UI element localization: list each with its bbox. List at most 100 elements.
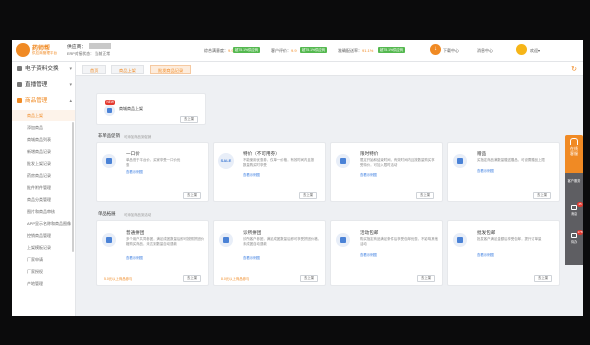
activity-card-wholesale-shipping[interactable]: 批发包邮 批发客户满足金额后享受包邮，提升订单量 查看示例图 去上架: [447, 220, 560, 286]
user-greeting[interactable]: 欢迎▾: [530, 48, 540, 54]
activity-card-title: 批发包邮: [477, 230, 496, 235]
sidebar-item-add-product[interactable]: 添加商品: [12, 122, 75, 133]
activity-card-clinic-group[interactable]: 诊所拼团 诊所客户参团，满足成团数量后即可享受拼团价格，未成团自动退款 查看示例…: [213, 220, 326, 286]
message-count-badge: 45: [577, 202, 583, 207]
sidebar-item-mall-products[interactable]: 商城商品列表: [12, 134, 75, 145]
menu-download-center[interactable]: 下载中心: [443, 48, 459, 54]
activity-card-free-shipping[interactable]: 活动包邮 购买指定商品满足条件后享受包邮优惠，不影响其他活动 查看示例图 去上架: [330, 220, 443, 286]
sidebar-item-controlled-sales[interactable]: 控销商品管理: [12, 230, 75, 241]
mall-listing-button[interactable]: 去上架: [180, 116, 199, 123]
metric-review-pill: 超75.1%供应商: [300, 47, 328, 53]
sidebar-item-templates[interactable]: 上架模板记录: [12, 242, 75, 253]
sidebar-item-manufacturer-apply[interactable]: 厂家申请: [12, 254, 75, 265]
metric-delivery: 准确配送率：91.1%: [338, 48, 374, 53]
min-price-note: 5.0元以上商品参与: [104, 277, 133, 281]
section2-subtitle: 可添加商品到活动: [124, 213, 152, 217]
view-example-link[interactable]: 查看示例图: [477, 252, 494, 257]
sidebar-item-manufacturer-auth[interactable]: 厂家授权: [12, 266, 75, 277]
promo-card-desc: 不能使用优惠券，仅单一价格，有效时间内且按数量购买时享受: [243, 158, 315, 167]
activity-card-title: 诊所拼团: [243, 230, 262, 235]
top-bar: 药师帮 供应商管理平台 供应商： ERP对接状态： 当前正常 综合满意度：9.9…: [12, 40, 583, 62]
sidebar-item-image-review[interactable]: 图片和商品审核: [12, 206, 75, 217]
message-icon: [571, 205, 577, 210]
todo-icon: [571, 233, 577, 238]
promo-card-title: 限时特价: [360, 151, 379, 156]
promo-card-fixed-price[interactable]: 一口价 单品低于平台价，买家享受一口价优惠 查看示例图 去上架: [96, 142, 209, 202]
online-service-button[interactable]: 在线客服: [565, 135, 583, 173]
metric-delivery-pill: 超75.1%供应商: [378, 47, 406, 53]
list-button[interactable]: 去上架: [183, 275, 202, 282]
list-button[interactable]: 去上架: [533, 192, 552, 199]
list-button[interactable]: 去上架: [534, 275, 553, 282]
sidebar-item-new-records[interactable]: 新增商品记录: [12, 146, 75, 157]
list-button[interactable]: 去上架: [183, 192, 202, 199]
view-example-link[interactable]: 查看示例图: [243, 172, 260, 177]
sidebar-item-pharmacy-records[interactable]: 药房商品记录: [12, 170, 75, 181]
activity-card-desc: 多个用户共同参团，满足成团数量后即可按照拼团价格购买商品，未达到数量自动退款: [126, 237, 204, 246]
section1-subtitle: 可添加商品到促销: [124, 135, 152, 139]
headset-icon: [570, 138, 578, 145]
chevron-down-icon: ▾: [69, 82, 72, 88]
supplier-label: 供应商：: [67, 45, 87, 50]
tab-home[interactable]: 首页: [82, 65, 107, 74]
rail-item-messages[interactable]: 消息: [566, 212, 582, 216]
view-example-link[interactable]: 查看示例图: [477, 168, 494, 173]
rail-menu: 客户服务 45 消息 178 待办: [565, 173, 583, 265]
main-content: NEW 商城商品上架 去上架 非单品促销 可添加商品到促销 一口价 单品低于平台…: [82, 82, 572, 316]
shop-icon: [104, 105, 115, 116]
store-icon: [219, 233, 233, 247]
promo-card-limited-time[interactable]: 限时特价 限定开始和结束时间，有效时间内且按数量购买享受特价，可加入限时活动 查…: [330, 142, 443, 202]
app-window: 药师帮 供应商管理平台 供应商： ERP对接状态： 当前正常 综合满意度：9.9…: [12, 40, 583, 316]
activity-card-title: 普通拼团: [126, 230, 145, 235]
sidebar: 电子资料交换 ▾ 直播管理 ▾ 商品管理 ▴ 商品上架 添加商品 商城商品列表 …: [12, 62, 76, 316]
tab-product-listing[interactable]: 商品上架: [111, 65, 144, 74]
list-button[interactable]: 去上架: [417, 275, 436, 282]
promo-card-special-price[interactable]: SALE 特价（不可用券） 不能使用优惠券，仅单一价格，有效时间内且按数量购买时…: [213, 142, 326, 202]
view-example-link[interactable]: 查看示例图: [360, 172, 377, 177]
min-price-note: 8.0元以上商品参与: [221, 277, 250, 281]
activity-card-desc: 诊所客户参团，满足成团数量后即可享受拼团价格，未成团自动退款: [243, 237, 321, 246]
rail-item-customer-service[interactable]: 客户服务: [566, 179, 582, 183]
promo-card-desc: 单品低于平台价，买家享受一口价优惠: [126, 158, 181, 167]
promo-card-gift[interactable]: 赠品 买指定商品满数量赠送赠品，可设置赠品上限 查看示例图 去上架: [447, 142, 560, 202]
sidebar-scrollbar[interactable]: [72, 122, 74, 252]
gift-icon: [453, 154, 467, 168]
sidebar-group-products[interactable]: 商品管理 ▴: [12, 94, 75, 108]
tab-wholesale-records[interactable]: 批发商品记录: [150, 65, 192, 74]
sidebar-item-origin[interactable]: 产地管理: [12, 278, 75, 289]
mall-listing-card[interactable]: NEW 商城商品上架 去上架: [96, 93, 206, 125]
sidebar-item-attachments[interactable]: 批件附件管理: [12, 182, 75, 193]
activity-card-title: 活动包邮: [360, 230, 379, 235]
menu-message-center[interactable]: 消息中心: [477, 48, 493, 54]
list-button[interactable]: 去上架: [299, 192, 318, 199]
sidebar-item-categories[interactable]: 商品分类管理: [12, 194, 75, 205]
right-service-rail: 在线客服 客户服务 45 消息 178 待办: [565, 135, 583, 265]
activity-card-group-buy[interactable]: 普通拼团 多个用户共同参团，满足成团数量后即可按照拼团价格购买商品，未达到数量自…: [96, 220, 209, 286]
discount-tag-icon: [336, 154, 350, 168]
document-icon: [17, 66, 22, 71]
sidebar-item-app-names[interactable]: APP显示名称和商品图像: [12, 218, 75, 229]
mall-listing-title: 商城商品上架: [119, 106, 143, 111]
view-example-link[interactable]: 查看示例图: [243, 255, 260, 260]
tabs-bar: 首页 商品上架 批发商品记录 ↻: [76, 62, 583, 76]
sidebar-group-edi[interactable]: 电子资料交换 ▾: [12, 62, 75, 76]
view-example-link[interactable]: 查看示例图: [126, 169, 143, 174]
sidebar-item-product-listing[interactable]: 商品上架: [12, 110, 75, 121]
view-example-link[interactable]: 查看示例图: [126, 255, 143, 260]
supplier-name-redacted: [89, 43, 111, 49]
metric-satisfaction: 综合满意度：9.9: [204, 48, 234, 53]
download-icon[interactable]: ↓: [430, 44, 441, 55]
chevron-down-icon: ▾: [69, 66, 72, 72]
rail-item-todo[interactable]: 待办: [566, 240, 582, 244]
user-avatar[interactable]: [516, 44, 527, 55]
refresh-icon[interactable]: ↻: [571, 65, 577, 73]
promo-card-title: 特价（不可用券）: [243, 151, 280, 156]
list-button[interactable]: 去上架: [300, 275, 319, 282]
metric-review: 客户评价：9.9: [271, 48, 297, 53]
sidebar-group-live[interactable]: 直播管理 ▾: [12, 78, 75, 92]
view-example-link[interactable]: 查看示例图: [360, 252, 377, 257]
list-button[interactable]: 去上架: [416, 192, 435, 199]
group-buy-icon: [102, 233, 116, 247]
sidebar-item-wholesale-records[interactable]: 批发上架记录: [12, 158, 75, 169]
brand-subtitle: 供应商管理平台: [32, 51, 58, 55]
